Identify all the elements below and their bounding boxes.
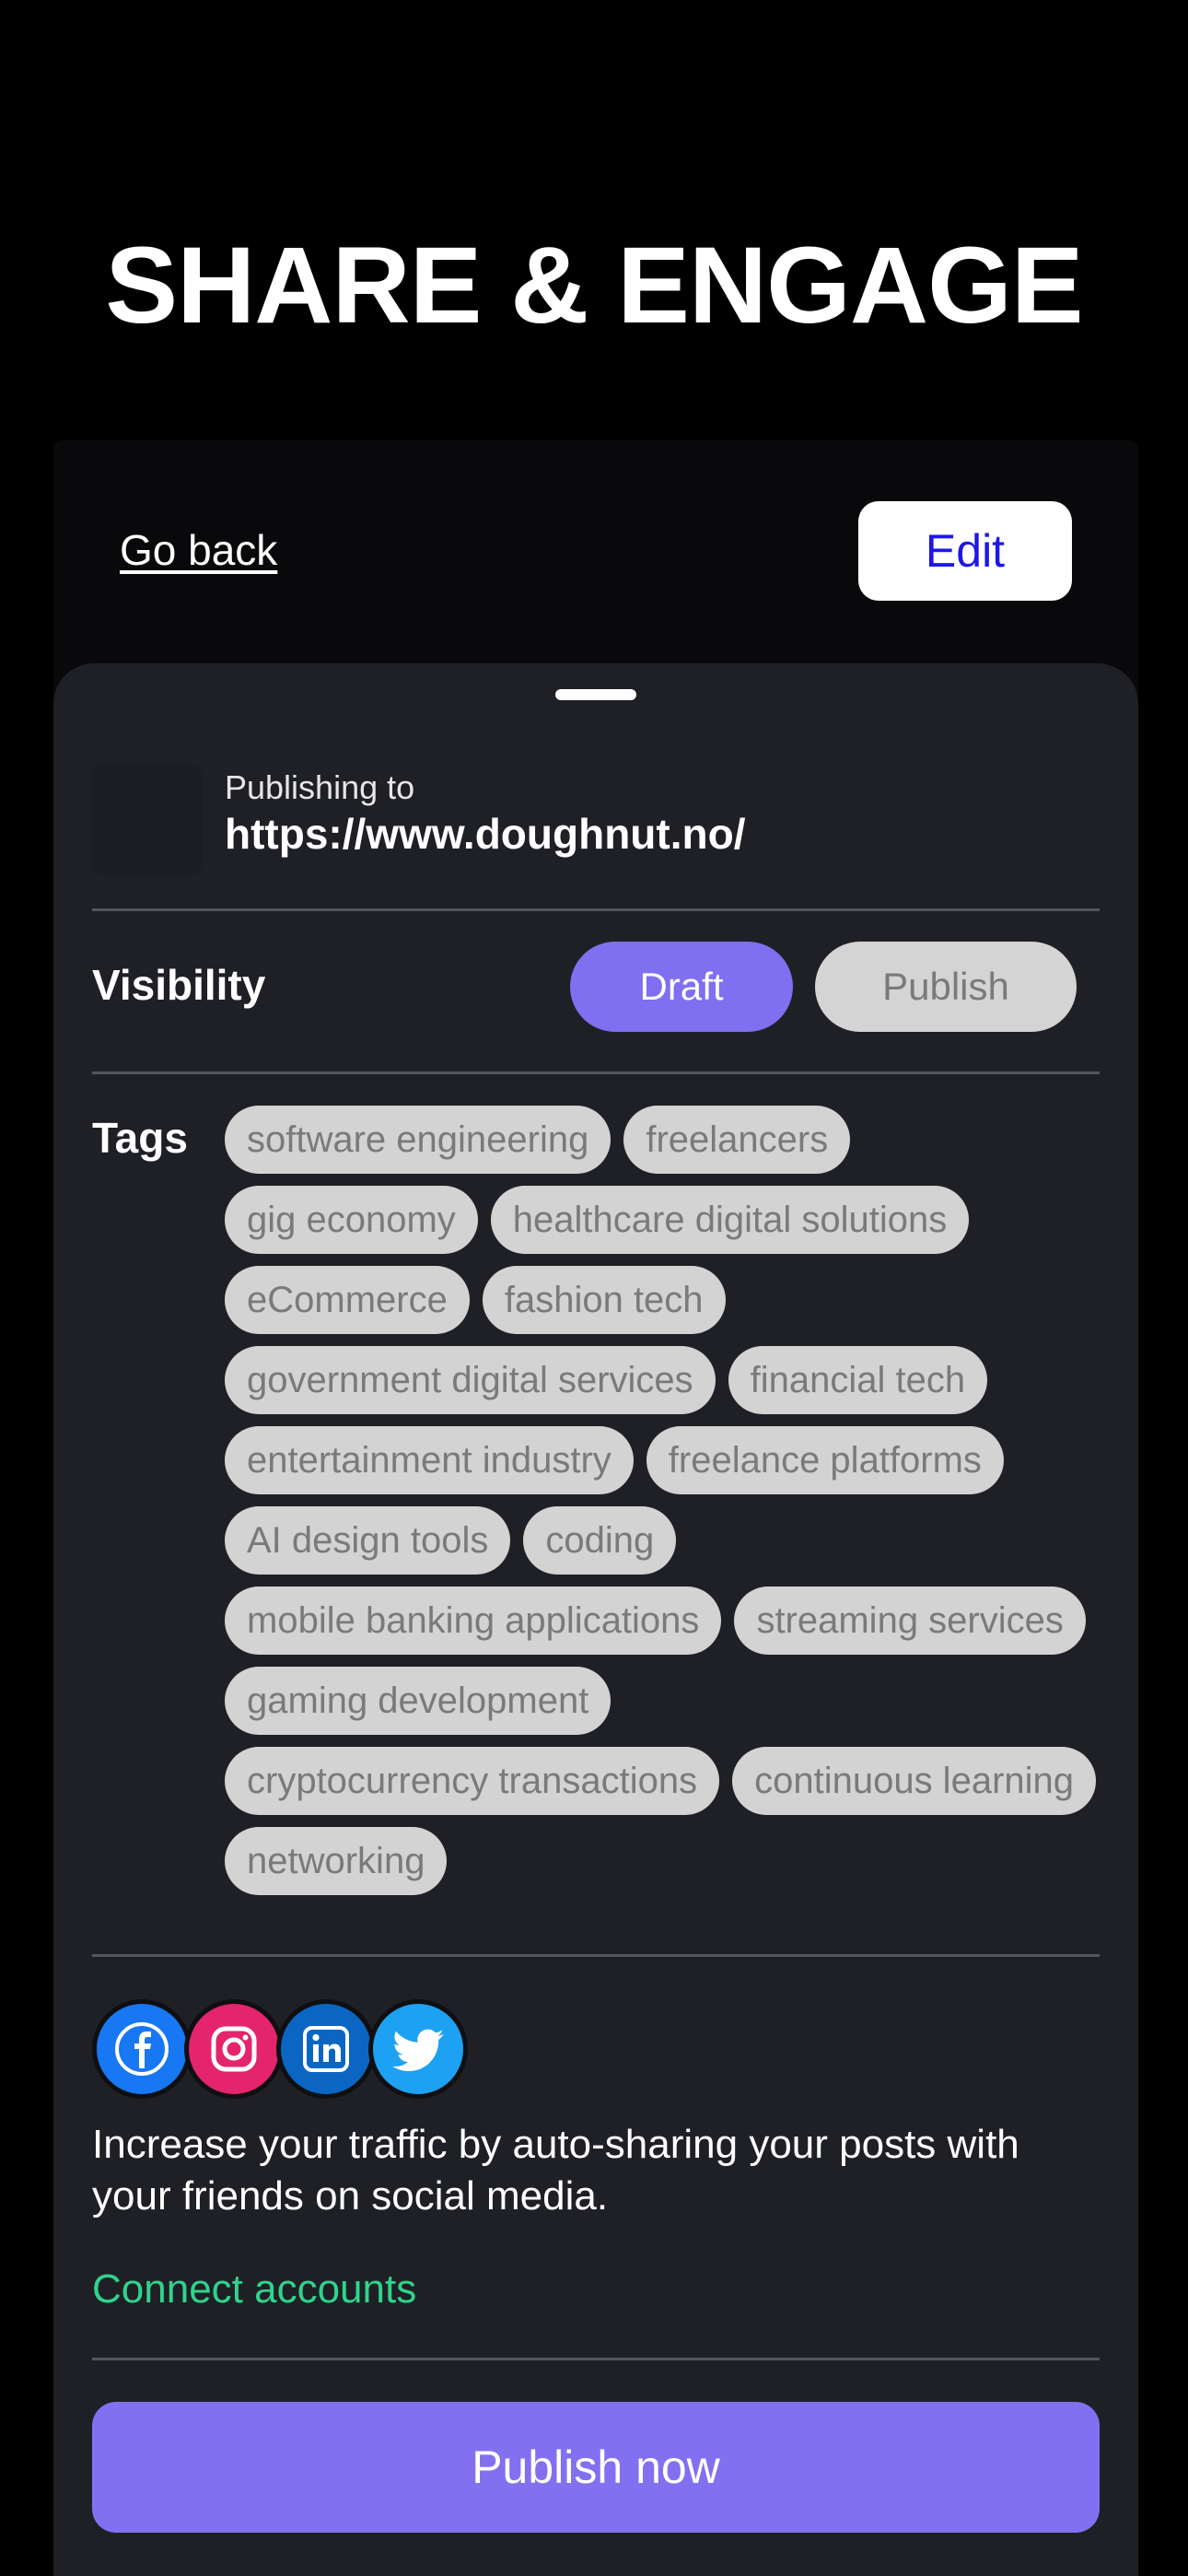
- tag-chip[interactable]: software engineering: [225, 1106, 611, 1174]
- tag-chip[interactable]: gig economy: [225, 1186, 478, 1254]
- social-icons: [92, 1999, 468, 2099]
- publish-toggle-button[interactable]: Publish: [815, 942, 1077, 1032]
- sheet-drag-handle[interactable]: [555, 689, 636, 700]
- tag-chip[interactable]: entertainment industry: [225, 1426, 634, 1494]
- site-favicon: [92, 765, 203, 875]
- divider: [92, 1954, 1100, 1957]
- connect-accounts-link[interactable]: Connect accounts: [92, 2266, 416, 2313]
- tag-chip[interactable]: AI design tools: [225, 1506, 511, 1575]
- edit-button[interactable]: Edit: [858, 501, 1072, 601]
- tag-chip[interactable]: healthcare digital solutions: [490, 1186, 970, 1254]
- tag-chip[interactable]: mobile banking applications: [225, 1587, 722, 1655]
- draft-toggle-button[interactable]: Draft: [570, 942, 793, 1032]
- publish-sheet: Publishing to https://www.doughnut.no/ V…: [53, 663, 1138, 2576]
- linkedin-icon[interactable]: [276, 1999, 376, 2099]
- divider: [92, 1071, 1100, 1074]
- tag-chip[interactable]: fashion tech: [482, 1266, 726, 1334]
- auto-share-description: Increase your traffic by auto-sharing yo…: [92, 2122, 1019, 2219]
- tag-chip[interactable]: freelance platforms: [646, 1426, 1004, 1494]
- tag-chip[interactable]: coding: [523, 1506, 677, 1575]
- twitter-icon[interactable]: [368, 1999, 468, 2099]
- publishing-to-label: Publishing to: [225, 768, 415, 806]
- tag-chip[interactable]: gaming development: [225, 1667, 611, 1735]
- publish-now-button[interactable]: Publish now: [92, 2402, 1100, 2533]
- tag-chip[interactable]: government digital services: [225, 1346, 716, 1414]
- divider: [92, 908, 1100, 911]
- tag-chip[interactable]: networking: [225, 1827, 448, 1895]
- tag-chip[interactable]: cryptocurrency transactions: [225, 1747, 720, 1815]
- tag-chip[interactable]: financial tech: [728, 1346, 988, 1414]
- tags-label: Tags: [92, 1114, 188, 1162]
- tag-chip[interactable]: freelancers: [623, 1106, 851, 1174]
- page-title: SHARE & ENGAGE: [105, 225, 1083, 346]
- divider: [92, 2358, 1100, 2360]
- facebook-icon[interactable]: [92, 1999, 192, 2099]
- go-back-link[interactable]: Go back: [120, 525, 277, 575]
- tag-chip[interactable]: streaming services: [734, 1587, 1086, 1655]
- tags-list: software engineering freelancers gig eco…: [225, 1106, 1100, 1895]
- publishing-url: https://www.doughnut.no/: [225, 810, 746, 858]
- instagram-icon[interactable]: [184, 1999, 284, 2099]
- tag-chip[interactable]: continuous learning: [732, 1747, 1097, 1815]
- tag-chip[interactable]: eCommerce: [225, 1266, 470, 1334]
- visibility-label: Visibility: [92, 961, 266, 1009]
